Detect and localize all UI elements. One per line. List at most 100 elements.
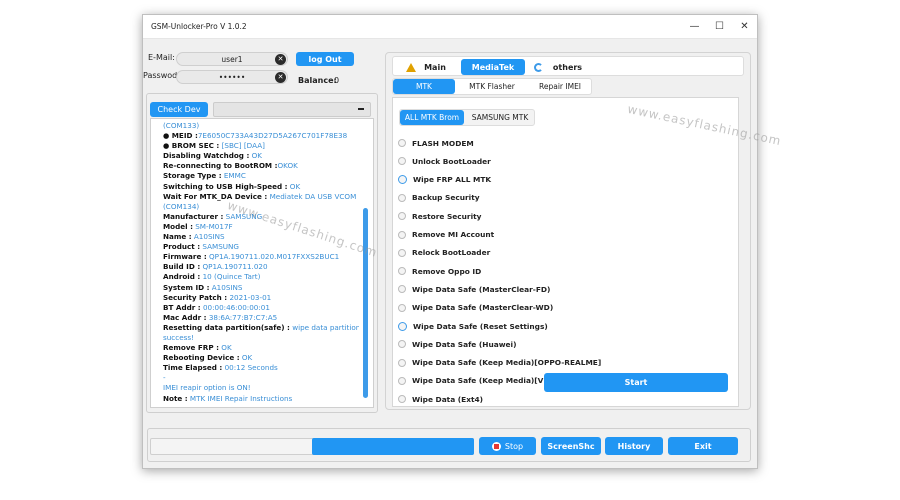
stop-button[interactable]: Stop bbox=[479, 437, 536, 455]
log-key: Security Patch : bbox=[163, 292, 228, 302]
password-value: •••••• bbox=[218, 72, 246, 82]
log-value: QP1A.190711.020.M017FXXS2BUC1 bbox=[206, 252, 340, 262]
minus-icon bbox=[358, 108, 364, 110]
option-item[interactable]: Remove MI Account bbox=[398, 228, 494, 242]
tab-repair-imei[interactable]: Repair IMEI bbox=[528, 79, 592, 94]
option-item[interactable]: FLASH MODEM bbox=[398, 136, 474, 150]
radio-button[interactable] bbox=[398, 139, 406, 147]
option-label: Wipe Data Safe (Keep Media)[OPPO-REALME] bbox=[412, 358, 602, 368]
radio-button[interactable] bbox=[398, 340, 406, 349]
maximize-button[interactable]: ☐ bbox=[707, 15, 732, 38]
log-key: Product : bbox=[163, 242, 201, 252]
radio-button[interactable] bbox=[398, 212, 406, 221]
radio-button[interactable] bbox=[398, 230, 406, 239]
tab-mtk-flasher[interactable]: MTK Flasher bbox=[460, 79, 524, 94]
log-line: Name : A10SINS bbox=[163, 232, 359, 242]
device-combo[interactable] bbox=[213, 102, 371, 117]
history-button[interactable]: History bbox=[605, 437, 663, 455]
clear-password-icon[interactable]: ✕ bbox=[275, 72, 286, 83]
option-label: Backup Security bbox=[412, 193, 480, 203]
log-line: Disabling Watchdog : OK bbox=[163, 151, 359, 161]
log-line: Switching to USB High-Speed : OK bbox=[163, 182, 359, 192]
password-field[interactable]: •••••• bbox=[176, 70, 288, 84]
option-item[interactable]: Backup Security bbox=[398, 191, 480, 205]
tab-main[interactable]: Main bbox=[396, 59, 456, 75]
log-key: ● BROM SEC : bbox=[163, 141, 220, 151]
radio-button[interactable] bbox=[398, 321, 407, 331]
window-title: GSM-Unlocker-Pro V 1.0.2 bbox=[151, 22, 247, 31]
logout-button[interactable]: log Out bbox=[296, 52, 354, 66]
tab-mediatek[interactable]: MediaTek bbox=[461, 59, 525, 75]
radio-button[interactable] bbox=[398, 193, 406, 202]
log-line: Wait For MTK_DA Device : Mediatek DA USB… bbox=[163, 192, 359, 202]
email-field[interactable]: user1 bbox=[176, 52, 288, 66]
log-value: (COM133) bbox=[163, 121, 200, 130]
log-value: SAMSUNG bbox=[223, 211, 263, 221]
log-value: 38:6A:77:B7:C7:A5 bbox=[206, 312, 278, 322]
option-label: Unlock BootLoader bbox=[412, 156, 491, 166]
log-line: (COM133) bbox=[163, 121, 359, 131]
log-panel: (COM133) ● MEID :7E6050C733A43D27D5A267C7… bbox=[150, 118, 374, 408]
exit-button[interactable]: Exit bbox=[668, 437, 738, 455]
log-line: ● MEID :7E6050C733A43D27D5A267C701F78E38 bbox=[163, 131, 359, 141]
log-key: Remove FRP : bbox=[163, 343, 219, 353]
log-value: OKOK bbox=[277, 161, 298, 171]
option-item[interactable]: Restore Security bbox=[398, 209, 481, 223]
clear-email-icon[interactable]: ✕ bbox=[275, 54, 286, 65]
log-value: OK bbox=[219, 343, 232, 353]
log-key: Disabling Watchdog : bbox=[163, 151, 250, 161]
log-key: Wait For MTK_DA Device : bbox=[163, 191, 268, 201]
check-device-button[interactable]: Check Dev bbox=[150, 102, 208, 117]
balance-value: 0 bbox=[334, 76, 340, 85]
radio-button[interactable] bbox=[398, 285, 406, 294]
log-line: System ID : A10SINS bbox=[163, 283, 359, 293]
option-item[interactable]: Wipe Data Safe (Keep Media)[VIVO] bbox=[398, 374, 561, 388]
radio-button[interactable] bbox=[398, 157, 406, 166]
option-item[interactable]: Wipe Data Safe (MasterClear-WD) bbox=[398, 301, 553, 315]
option-item[interactable]: Wipe Data Safe (Huawei) bbox=[398, 337, 516, 351]
screenshot-button[interactable]: ScreenShc bbox=[541, 437, 601, 455]
tab-others[interactable]: others bbox=[528, 59, 588, 75]
log-key: Model : bbox=[163, 221, 193, 231]
tab-all-mtk-brom[interactable]: ALL MTK Brom bbox=[400, 110, 464, 125]
stop-label: Stop bbox=[504, 441, 524, 451]
radio-button[interactable] bbox=[398, 267, 406, 276]
option-item[interactable]: Wipe Data Safe (Keep Media)[OPPO-REALME] bbox=[398, 356, 601, 370]
log-value: [SBC] [DAA] bbox=[219, 141, 265, 151]
radio-button[interactable] bbox=[398, 248, 406, 257]
option-item[interactable]: Wipe FRP ALL MTK bbox=[398, 173, 491, 187]
radio-button[interactable] bbox=[398, 303, 406, 312]
log-key: Mac Addr : bbox=[163, 312, 207, 322]
log-key: Firmware : bbox=[163, 252, 207, 262]
log-value: SAMSUNG bbox=[200, 242, 239, 252]
option-item[interactable]: Unlock BootLoader bbox=[398, 154, 491, 168]
option-item[interactable]: Wipe Data Safe (MasterClear-FD) bbox=[398, 282, 550, 296]
option-item[interactable]: Wipe Data (Ext4) bbox=[398, 392, 483, 406]
radio-button[interactable] bbox=[398, 376, 406, 385]
log-line: Model : SM-M017F bbox=[163, 222, 359, 232]
log-line: Note : MTK IMEI Repair Instructions bbox=[163, 394, 359, 404]
log-line: Product : SAMSUNG bbox=[163, 242, 359, 252]
log-key: Rebooting Device : bbox=[163, 353, 240, 363]
log-scroll-thumb[interactable] bbox=[363, 208, 368, 398]
tab-mtk[interactable]: MTK bbox=[393, 79, 455, 94]
close-button[interactable]: ✕ bbox=[732, 15, 757, 38]
minimize-button[interactable]: — bbox=[682, 15, 707, 38]
tab-main-label: Main bbox=[424, 62, 446, 72]
log-key: Switching to USB High-Speed : bbox=[163, 181, 288, 191]
option-label: Remove MI Account bbox=[412, 230, 495, 239]
option-label: Wipe Data Safe (MasterClear-FD) bbox=[412, 284, 551, 294]
radio-button[interactable] bbox=[398, 358, 406, 367]
log-value: OK bbox=[249, 151, 262, 161]
start-button[interactable]: Start bbox=[544, 373, 728, 392]
password-label: Passwod: bbox=[143, 71, 180, 80]
log-value: (COM134) bbox=[163, 201, 200, 211]
log-key: Manufacturer : bbox=[163, 211, 224, 221]
tab-samsung-mtk[interactable]: SAMSUNG MTK bbox=[467, 110, 533, 125]
log-output: (COM133) ● MEID :7E6050C733A43D27D5A267C7… bbox=[163, 121, 359, 405]
option-item[interactable]: Wipe Data Safe (Reset Settings) bbox=[398, 319, 548, 333]
option-item[interactable]: Relock BootLoader bbox=[398, 246, 490, 260]
radio-button[interactable] bbox=[398, 395, 406, 404]
radio-button[interactable] bbox=[398, 175, 407, 185]
option-item[interactable]: Remove Oppo ID bbox=[398, 264, 481, 278]
